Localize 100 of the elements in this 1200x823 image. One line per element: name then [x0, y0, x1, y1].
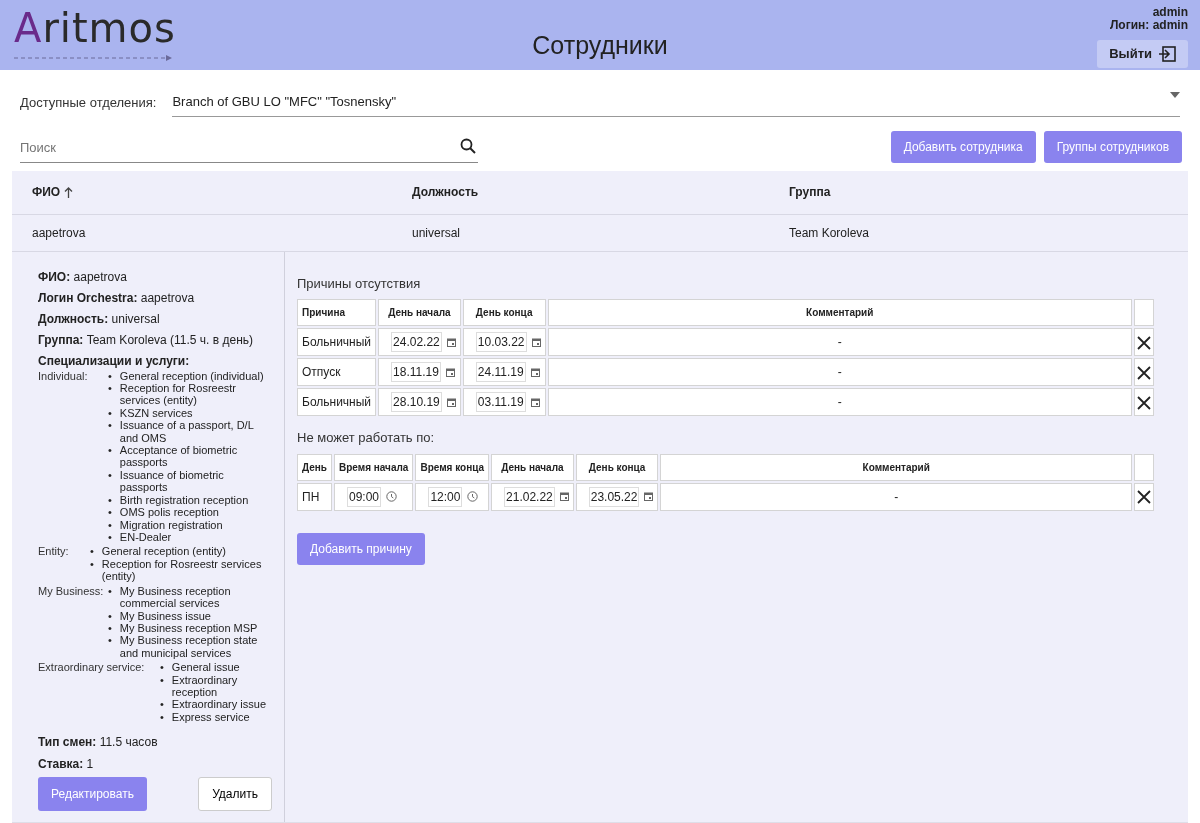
clock-icon	[467, 491, 479, 502]
service-item: My Business issue	[119, 609, 211, 622]
column-header[interactable]: Должность	[412, 183, 479, 201]
column-header: Причина	[297, 299, 377, 326]
time-field[interactable]: 12:00	[428, 486, 463, 507]
bullet: •	[160, 698, 164, 711]
service-item: Migration registration	[119, 518, 223, 531]
section-title: Причины отсутствия	[297, 274, 422, 293]
service-item: Birth registration reception	[119, 493, 249, 507]
delete-button[interactable]	[1137, 363, 1151, 381]
date-field[interactable]: 21.02.22	[504, 486, 555, 507]
service-item: Extraordinary issue	[171, 698, 266, 711]
bullet: •	[108, 468, 112, 483]
column-header: Комментарий	[660, 453, 1132, 481]
service-item: My Business reception commercial services	[119, 584, 232, 610]
table-cell: ПН	[297, 482, 332, 511]
bullet: •	[108, 621, 112, 635]
section-title: Не может работать по:	[297, 429, 436, 447]
date-field[interactable]: 18.11.19	[391, 362, 441, 382]
service-item: Issuance of biometric passports	[119, 468, 225, 494]
close-icon	[1137, 335, 1151, 350]
table-cell: -	[547, 328, 1132, 356]
detail-field: ФИО: aapetrova	[38, 267, 272, 286]
bullet: •	[108, 518, 112, 531]
delete-button[interactable]: Удалить	[198, 777, 272, 812]
delete-button[interactable]	[1137, 333, 1151, 351]
delete-button[interactable]	[1137, 393, 1151, 411]
bullet: •	[90, 557, 94, 572]
search-field[interactable]: Поиск	[20, 134, 478, 163]
page-title: Сотрудники	[532, 30, 668, 60]
table-cell: Больничный	[297, 388, 377, 416]
column-header: День конца	[575, 453, 659, 481]
service-item: My Business reception MSP	[119, 621, 258, 635]
group-label: Extraordinary service:	[38, 661, 145, 674]
table-cell: -	[660, 482, 1132, 511]
service-item: Reception for Rosreestr services (entity)	[101, 557, 263, 583]
group-label: My Business:	[38, 584, 104, 597]
bullet: •	[160, 710, 164, 724]
column-header[interactable]: Группа	[789, 183, 831, 201]
service-item: General reception (entity)	[101, 545, 226, 558]
branch-select[interactable]: Branch of GBU LO "MFC" "Tosnensky"	[172, 88, 1180, 117]
bullet: •	[108, 369, 112, 382]
service-item: Express service	[171, 710, 250, 724]
clock-icon	[386, 491, 398, 502]
detail-field: Логин Orchestra: aapetrova	[38, 288, 272, 307]
date-field[interactable]: 28.10.19	[391, 392, 442, 412]
service-item: Issuance of a passport, D/L and OMS	[119, 419, 255, 445]
table-cell: aapetrova	[32, 225, 86, 240]
branch-label: Доступные отделения:	[20, 93, 157, 112]
table-cell: Отпуск	[297, 358, 377, 386]
table-cell: -	[547, 358, 1132, 386]
close-icon	[1137, 395, 1151, 410]
logo: Aritmos	[14, 8, 177, 48]
service-item: Extraordinary reception	[171, 673, 239, 699]
calendar-icon	[446, 337, 456, 347]
table-cell: Team Koroleva	[789, 225, 870, 240]
bullet: •	[108, 406, 112, 420]
column-header: День начала	[491, 453, 574, 481]
column-header: День начала	[378, 299, 461, 326]
service-item: EN-Dealer	[119, 531, 172, 544]
login-text: Логин: admin	[1108, 19, 1188, 33]
column-header: Время начала	[334, 453, 414, 481]
detail-field: Группа: Team Koroleva (11.5 ч. в день)	[38, 330, 272, 349]
time-field[interactable]: 09:00	[347, 486, 382, 507]
section-title: Специализации и услуги:	[38, 352, 191, 370]
calendar-icon	[530, 367, 540, 377]
close-icon	[1137, 490, 1151, 505]
service-item: General reception (individual)	[119, 369, 264, 382]
group-label: Entity:	[38, 545, 69, 558]
date-field[interactable]: 03.11.19	[475, 392, 526, 412]
table-cell: -	[547, 388, 1132, 416]
detail-field: Ставка: 1	[38, 755, 272, 774]
bullet: •	[108, 493, 112, 507]
user-name: admin	[1151, 6, 1188, 20]
group-label: Individual:	[38, 369, 88, 382]
service-item: KSZN services	[119, 406, 193, 420]
logout-button[interactable]: Выйти	[1097, 40, 1188, 69]
column-header[interactable]: ФИО	[32, 183, 74, 201]
delete-button[interactable]	[1137, 487, 1151, 506]
bullet: •	[160, 673, 164, 688]
date-field[interactable]: 24.02.22	[391, 332, 442, 352]
service-item: My Business reception state and municipal services	[119, 634, 259, 660]
search-icon	[460, 138, 476, 154]
column-header: Комментарий	[547, 299, 1132, 326]
column-header: День конца	[462, 299, 546, 326]
bullet: •	[108, 609, 112, 622]
column-header: Время конца	[415, 453, 490, 481]
calendar-icon	[531, 337, 541, 347]
date-field[interactable]: 24.11.19	[475, 362, 526, 382]
bullet: •	[108, 381, 112, 396]
bullet: •	[108, 419, 112, 434]
dropdown-caret-icon	[1170, 92, 1180, 98]
date-field[interactable]: 23.05.22	[588, 486, 640, 507]
date-field[interactable]: 10.03.22	[475, 332, 527, 352]
calendar-icon	[559, 492, 569, 501]
calendar-icon	[644, 492, 654, 501]
detail-field: Тип смен: 11.5 часов	[38, 733, 272, 752]
service-item: General issue	[171, 661, 240, 674]
bullet: •	[108, 444, 112, 459]
calendar-icon	[445, 367, 455, 377]
